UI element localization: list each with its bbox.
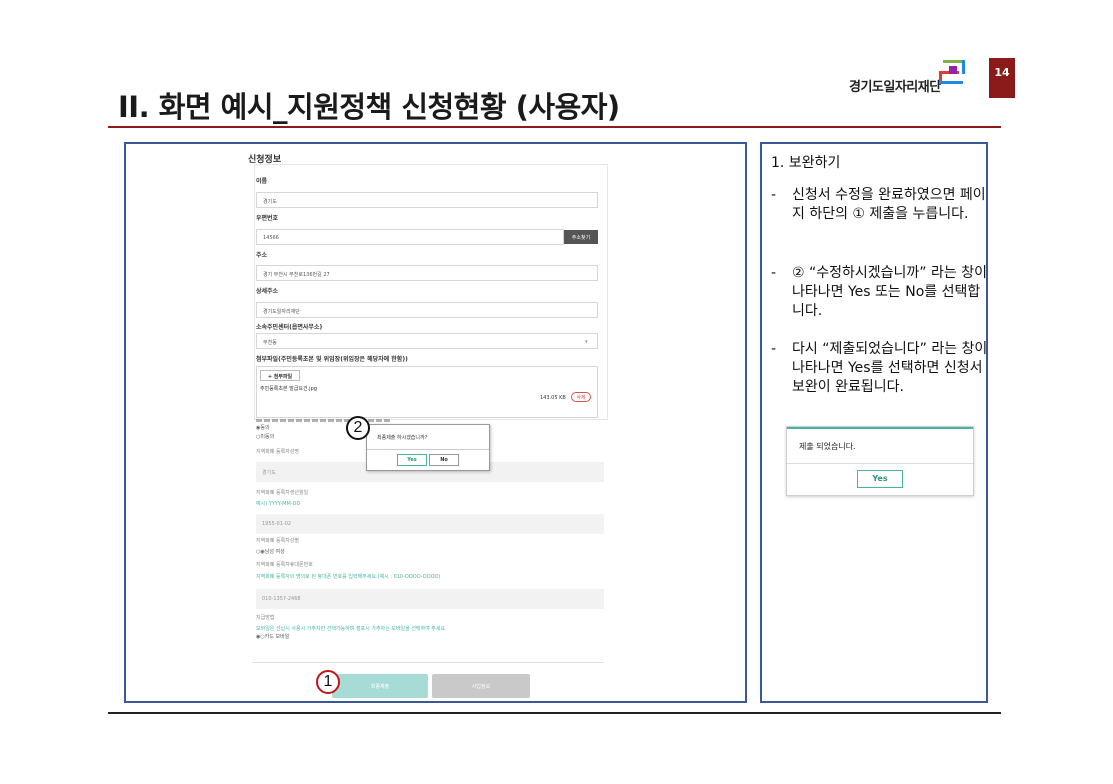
address-label: 주소 xyxy=(256,252,268,259)
cropped-text-line xyxy=(256,419,390,422)
reg-phone-hint: 지역화폐 등록자의 명의로 된 휴대폰 번호를 입력해주세요.(예시 : 010… xyxy=(256,574,441,580)
attachment-box xyxy=(256,366,598,418)
detail-address-label: 상세주소 xyxy=(256,288,279,295)
center-label: 소속주민센터(읍면사무소) xyxy=(256,324,323,331)
attachment-size: 143.05 KB xyxy=(540,395,566,401)
reg-phone-label: 지역화폐 등록자휴대폰번호 xyxy=(256,562,313,568)
bottom-divider xyxy=(108,712,1001,714)
logo-text: 경기도일자리재단 xyxy=(849,80,941,95)
reg-birth-field[interactable]: 1955-01-02 xyxy=(256,514,604,534)
gender-options: 남성 여성 xyxy=(264,549,285,555)
bullet-dash: - xyxy=(771,265,777,281)
bullet-dash: - xyxy=(771,341,777,357)
form-screenshot-frame: 신청정보 이름 경기도 우편번호 14566 주소찾기 주소 경기 부천시 부천… xyxy=(124,142,747,703)
instruction-text: ② “수정하시겠습니까” 라는 창이 나타나면 Yes 또는 No를 선택합니다… xyxy=(792,265,987,319)
consent-yes-radio[interactable]: ◉동의 xyxy=(256,424,270,431)
confirm-yes-button[interactable]: Yes xyxy=(397,454,427,466)
dialog-accent-line xyxy=(787,427,973,429)
zip-field[interactable]: 14566 xyxy=(256,229,564,245)
submitted-yes-button[interactable]: Yes xyxy=(857,470,903,488)
reg-name-label: 지역화폐 등록자성명 xyxy=(256,449,299,455)
dialog-divider xyxy=(787,463,973,464)
detail-address-field[interactable]: 경기도일자리재단 xyxy=(256,302,598,318)
reg-phone-field[interactable]: 010-1357-2468 xyxy=(256,589,604,609)
reg-birth-hint: 예시) YYYY-MM-DD xyxy=(256,501,301,507)
logo-mark-icon xyxy=(939,60,965,84)
zip-label: 우편번호 xyxy=(256,215,279,222)
confirm-dialog: 최종제출 하시겠습니까? Yes No xyxy=(366,424,490,471)
payment-options: 카드 모바일 xyxy=(264,634,290,640)
consent-no-label: 미동의 xyxy=(260,434,275,440)
payment-radio-group[interactable]: ◉○카드 모바일 xyxy=(256,633,289,640)
submitted-dialog: 제출 되었습니다. Yes xyxy=(786,426,974,496)
instruction-text: 다시 “제출되었습니다” 라는 창이 나타나면 Yes를 선택하면 신청서 보완… xyxy=(792,341,988,395)
payment-hint: 모바일은 선납시 사용시 가주자만 선택가능하며 점포시 가주자는 모바일을 선… xyxy=(256,626,447,632)
confirm-no-button[interactable]: No xyxy=(429,454,459,466)
slide-title: II. 화면 예시_지원정책 신청현황 (사용자) xyxy=(118,90,620,124)
marker-1: 1 xyxy=(316,670,340,694)
attachment-filename: 주민등록초본 발급요건.jpg xyxy=(260,386,317,392)
instruction-text: 신청서 수정을 완료하였으면 페이지 하단의 ① 제출을 누릅니다. xyxy=(792,187,986,222)
marker-2: 2 xyxy=(346,416,370,440)
gender-radio-group[interactable]: ○◉남성 여성 xyxy=(256,548,285,555)
payment-label: 지급방법 xyxy=(256,615,275,621)
confirm-divider xyxy=(367,449,489,450)
title-divider xyxy=(108,126,1001,128)
final-submit-button[interactable]: 최종제출 xyxy=(332,674,428,698)
form-divider xyxy=(252,662,604,663)
consent-yes-label: 동의 xyxy=(260,425,270,431)
bullet-dash: - xyxy=(771,187,777,203)
reg-birth-label: 지역화폐 등록자생년월일 xyxy=(256,490,309,496)
logo: 경기도일자리재단 xyxy=(849,58,973,95)
delete-attachment-button[interactable]: 삭제 xyxy=(571,392,591,402)
name-field[interactable]: 경기도 xyxy=(256,192,598,208)
reg-gender-label: 지역화폐 등록자성별 xyxy=(256,538,299,544)
page-number: 14 xyxy=(989,58,1015,98)
address-search-button[interactable]: 주소찾기 xyxy=(564,230,598,244)
submitted-message: 제출 되었습니다. xyxy=(799,442,856,451)
instructions-panel: 1. 보완하기 - 신청서 수정을 완료하였으면 페이지 하단의 ① 제출을 누… xyxy=(760,142,988,703)
name-label: 이름 xyxy=(256,178,268,185)
address-field[interactable]: 경기 부천시 부천로136번길 27 xyxy=(256,265,598,281)
consent-no-radio[interactable]: ○미동의 xyxy=(256,433,274,440)
chevron-down-icon: ▾ xyxy=(585,339,588,345)
business-info-button[interactable]: 사업정보 xyxy=(432,674,530,698)
attachment-label: 첨부파일(주민등록초본 및 위임장(위임장은 해당자에 한함)) xyxy=(256,356,408,363)
add-attachment-button[interactable]: + 첨부파일 xyxy=(260,370,300,381)
confirm-message: 최종제출 하시겠습니까? xyxy=(377,435,428,441)
center-select[interactable]: 부천동 xyxy=(256,333,598,349)
instructions-heading: 1. 보완하기 xyxy=(771,155,841,171)
